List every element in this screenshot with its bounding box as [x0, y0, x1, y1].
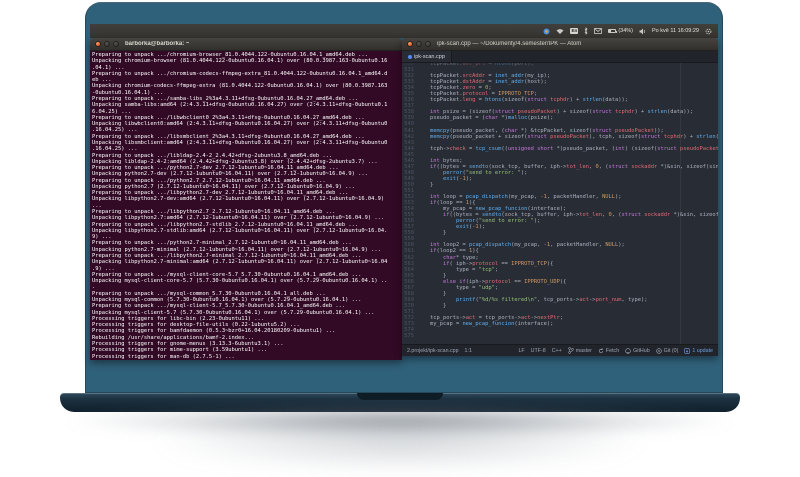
terminal-line: Unpacking samba-libs:amd64 (2:4.3.11+dfs… — [92, 102, 388, 109]
status-item-git-0-[interactable]: Git (0) — [655, 348, 678, 354]
clock[interactable]: Po kvě 11 16:09:29 — [652, 28, 699, 34]
laptop-shadow-soft — [150, 412, 650, 470]
terminal-line: Unpacking python2.7-dev (2.7.12-1ubuntu0… — [92, 171, 368, 178]
minimize-button[interactable] — [104, 41, 110, 47]
status-item-c-[interactable]: C++ — [552, 348, 562, 354]
file-modified-icon — [408, 54, 412, 59]
code-line: 575 — [402, 333, 718, 339]
status-item-1-update[interactable]: 1 update — [684, 348, 713, 354]
editor-tabbar: ipk-scan.cpp — [402, 51, 718, 63]
line-number: 530 — [404, 63, 414, 67]
terminal-line: Unpacking libsmbclient:amd64 (2:4.3.11+d… — [92, 139, 388, 146]
line-number: 575 — [404, 333, 414, 340]
terminal-line: Unpacking chromium-codecs-ffmpeg-extra (… — [92, 83, 388, 90]
minimize-icon[interactable] — [416, 41, 422, 47]
network-icon[interactable] — [556, 28, 564, 35]
editor-statusbar: 2.projekt/ipk-scan.cpp 1:1 LF UTF-8 C++ mas… — [402, 344, 718, 356]
terminal-line: Unpacking libpython2.7:amd64 (2.7.12-1ub… — [92, 215, 385, 222]
laptop-lid: En (34%) Po kvě 11 16:09:29 barborka@bar… — [85, 2, 723, 393]
terminal-line: Unpacking chromium-browser (81.0.4044.12… — [92, 58, 388, 65]
terminal-line: Unpacking libpython2.7-stdlib:amd64 (2.7… — [92, 227, 388, 234]
terminal-line: Unpacking libwbclient0:amd64 (2:4.3.11+d… — [92, 121, 388, 128]
power-gear-icon[interactable] — [705, 28, 712, 35]
status-cursor-position[interactable]: 1:1 — [465, 348, 472, 354]
status-item-utf-8[interactable]: UTF-8 — [531, 348, 546, 354]
battery-indicator[interactable]: (34%) — [608, 28, 633, 34]
code-line: 544 tcph->check = tcp_csum((unsigned sho… — [402, 146, 718, 152]
terminal-window: barborka@barborka: ~ Preparing to unpack… — [90, 38, 402, 360]
terminal-titlebar[interactable]: barborka@barborka: ~ — [90, 38, 402, 51]
keyboard-layout-badge[interactable]: En — [570, 28, 579, 34]
code-line: 530 tcpPacket.dst_prt = htons(port); — [402, 63, 718, 67]
tab-label: ipk-scan.cpp — [414, 53, 445, 60]
code-line: 542 memcpy(pseudo_packet + sizeof(struct… — [402, 134, 718, 140]
close-button[interactable] — [95, 41, 101, 47]
close-icon[interactable] — [407, 41, 413, 47]
status-item-master[interactable]: master — [568, 347, 592, 354]
tab-ipk-scan[interactable]: ipk-scan.cpp — [402, 51, 452, 62]
wrap-guide — [680, 63, 681, 344]
status-item-github[interactable]: GitHub — [625, 348, 650, 354]
terminal-line: Unpacking libpython2.7-minimal:amd64 (2.… — [92, 259, 388, 266]
terminal-output[interactable]: Preparing to unpack .../chromium-browser… — [90, 51, 402, 360]
editor-window: ipk-scan.cpp — ~/Dokumenty/4.semester/IP… — [402, 38, 718, 356]
bluetooth-icon[interactable] — [584, 27, 588, 35]
maximize-icon[interactable] — [425, 41, 431, 47]
laptop-mockup: En (34%) Po kvě 11 16:09:29 barborka@bar… — [0, 0, 800, 477]
code-editor[interactable]: 530 tcpPacket.dst_prt = htons(port); 531 5… — [402, 63, 718, 344]
terminal-line: Preparing to unpack .../libpython2.7-std… — [92, 221, 359, 228]
editor-window-title: ipk-scan.cpp — ~/Dokumenty/4.semester/IP… — [437, 41, 582, 47]
status-item-fetch[interactable]: Fetch — [598, 348, 619, 354]
status-item-lf[interactable]: LF — [518, 348, 524, 354]
editor-titlebar[interactable]: ipk-scan.cpp — ~/Dokumenty/4.semester/IP… — [402, 38, 718, 51]
maximize-button[interactable] — [113, 41, 119, 47]
status-file-path[interactable]: 2.projekt/ipk-scan.cpp — [407, 348, 459, 354]
mail-icon[interactable] — [594, 28, 603, 34]
volume-icon[interactable] — [639, 28, 646, 35]
indicator-app-icon[interactable] — [543, 28, 550, 35]
laptop-base-notch — [357, 393, 443, 400]
terminal-line: Preparing to unpack .../chromium-codecs-… — [92, 70, 388, 77]
terminal-title: barborka@barborka: ~ — [125, 41, 190, 47]
battery-icon — [608, 29, 618, 33]
terminal-line: Preparing to unpack .../libsmbclient_2%3… — [92, 133, 365, 140]
battery-percent: (34%) — [618, 28, 633, 34]
menubar: En (34%) Po kvě 11 16:09:29 — [90, 24, 718, 38]
terminal-line: Unpacking mysql-client-core-5.7 (5.7.30-… — [92, 278, 388, 285]
terminal-line: Unpacking mysql-client-5.7 (5.7.30-0ubun… — [92, 309, 375, 316]
terminal-line: Unpacking libpython2.7-dev:amd64 (2.7.12… — [92, 196, 385, 203]
